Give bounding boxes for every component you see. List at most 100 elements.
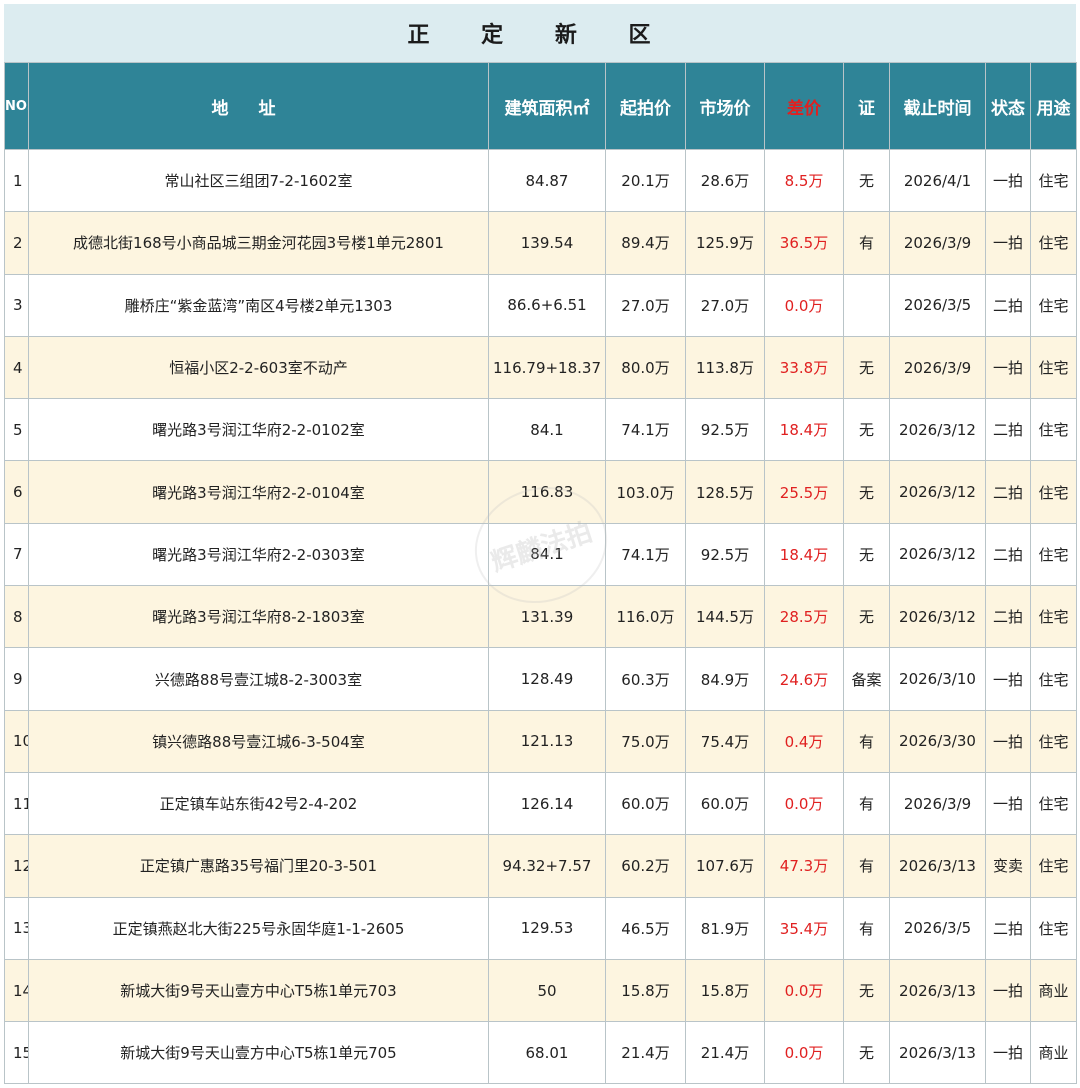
col-header-status: 状态 xyxy=(985,62,1031,150)
cell-area: 116.83 xyxy=(488,460,606,524)
cell-deadline: 2026/3/13 xyxy=(889,958,986,1023)
table-row: 6 曙光路3号润江华府2-2-0104室 116.83 103.0万 128.5万 25.… xyxy=(4,460,1077,524)
cell-deadline: 2026/3/12 xyxy=(889,585,986,649)
cell-area: 84.1 xyxy=(488,398,606,462)
cell-address: 正定镇车站东街42号2-4-202 xyxy=(28,771,489,836)
cell-no: 11 xyxy=(4,771,29,836)
cell-status: 一拍 xyxy=(985,1021,1031,1085)
cell-area: 128.49 xyxy=(488,647,606,711)
cell-start-price: 20.1万 xyxy=(605,148,686,213)
table-row: 14新城大街9号天山壹方中心T5栋1单元7035015.8万15.8万0.0万无… xyxy=(4,958,1077,1023)
cell-status: 二拍 xyxy=(985,273,1031,337)
cell-diff: 8.5万 xyxy=(764,148,844,213)
cell-usage: 住宅 xyxy=(1030,834,1077,898)
cell-address: 曙光路3号润江华府2-2-0102室 xyxy=(28,398,489,462)
cell-area: 84.87 xyxy=(488,148,606,213)
cell-deadline: 2026/3/9 xyxy=(889,771,986,836)
col-header-start-price: 起拍价 xyxy=(605,62,686,150)
cell-no: 3 xyxy=(4,273,29,337)
cell-deadline: 2026/3/30 xyxy=(889,709,986,773)
cell-area: 131.39 xyxy=(488,585,606,649)
cell-start-price: 89.4万 xyxy=(605,211,686,275)
cell-diff: 0.0万 xyxy=(764,1021,844,1085)
cell-status: 变卖 xyxy=(985,834,1031,898)
cell-market-price: 128.5万 xyxy=(685,460,765,524)
table-row: 15新城大街9号天山壹方中心T5栋1单元70568.0121.4万21.4万0.… xyxy=(4,1021,1077,1085)
cell-usage: 住宅 xyxy=(1030,148,1077,213)
cell-deadline: 2026/3/12 xyxy=(889,460,986,524)
cell-deadline: 2026/3/9 xyxy=(889,335,986,400)
cell-market-price: 84.9万 xyxy=(685,647,765,711)
cell-usage: 住宅 xyxy=(1030,398,1077,462)
cell-diff: 33.8万 xyxy=(764,335,844,400)
cell-deadline: 2026/3/12 xyxy=(889,398,986,462)
cell-area: 121.13 xyxy=(488,709,606,773)
cell-market-price: 125.9万 xyxy=(685,211,765,275)
cell-status: 一拍 xyxy=(985,148,1031,213)
cell-status: 一拍 xyxy=(985,211,1031,275)
cell-usage: 住宅 xyxy=(1030,335,1077,400)
cell-status: 一拍 xyxy=(985,647,1031,711)
cell-status: 二拍 xyxy=(985,522,1031,587)
cell-status: 二拍 xyxy=(985,398,1031,462)
cell-diff: 0.0万 xyxy=(764,958,844,1023)
table-row: 4 恒福小区2-2-603室不动产 116.79+18.37 80.0万 113.8万 3… xyxy=(4,335,1077,400)
cell-diff: 0.4万 xyxy=(764,709,844,773)
cell-deadline: 2026/3/5 xyxy=(889,273,986,337)
cell-cert: 有 xyxy=(843,896,890,960)
cell-usage: 住宅 xyxy=(1030,585,1077,649)
cell-start-price: 27.0万 xyxy=(605,273,686,337)
cell-status: 一拍 xyxy=(985,771,1031,836)
col-header-market-price: 市场价 xyxy=(685,62,765,150)
cell-address: 曙光路3号润江华府2-2-0104室 xyxy=(28,460,489,524)
cell-diff: 18.4万 xyxy=(764,522,844,587)
cell-deadline: 2026/3/5 xyxy=(889,896,986,960)
cell-address: 曙光路3号润江华府2-2-0303室 xyxy=(28,522,489,587)
cell-start-price: 80.0万 xyxy=(605,335,686,400)
cell-market-price: 60.0万 xyxy=(685,771,765,836)
cell-cert: 无 xyxy=(843,148,890,213)
header-row: NO. 地址 建筑面积㎡ 起拍价 市场价 差价 证 截止时间 状态 用途 xyxy=(4,62,1077,150)
cell-market-price: 81.9万 xyxy=(685,896,765,960)
cell-diff: 25.5万 xyxy=(764,460,844,524)
col-header-area: 建筑面积㎡ xyxy=(488,62,606,150)
table-row: 7 曙光路3号润江华府2-2-0303室 84.1 74.1万 92.5万 18.4万无 2… xyxy=(4,522,1077,587)
cell-diff: 36.5万 xyxy=(764,211,844,275)
col-header-deadline: 截止时间 xyxy=(889,62,986,150)
cell-cert: 无 xyxy=(843,335,890,400)
cell-no: 15 xyxy=(4,1021,29,1085)
cell-address: 常山社区三组团7-2-1602室 xyxy=(28,148,489,213)
cell-cert: 无 xyxy=(843,398,890,462)
cell-diff: 28.5万 xyxy=(764,585,844,649)
col-header-usage: 用途 xyxy=(1030,62,1077,150)
cell-start-price: 74.1万 xyxy=(605,522,686,587)
cell-start-price: 60.2万 xyxy=(605,834,686,898)
cell-cert: 无 xyxy=(843,1021,890,1085)
cell-address: 兴德路88号壹江城8-2-3003室 xyxy=(28,647,489,711)
table-header: NO. 地址 建筑面积㎡ 起拍价 市场价 差价 证 截止时间 状态 用途 xyxy=(4,62,1077,150)
cell-cert: 有 xyxy=(843,709,890,773)
cell-address: 正定镇广惠路35号福门里20-3-501 xyxy=(28,834,489,898)
cell-deadline: 2026/3/13 xyxy=(889,834,986,898)
cell-address: 曙光路3号润江华府8-2-1803室 xyxy=(28,585,489,649)
cell-market-price: 75.4万 xyxy=(685,709,765,773)
cell-no: 12 xyxy=(4,834,29,898)
cell-no: 14 xyxy=(4,958,29,1023)
col-header-no: NO. xyxy=(4,62,29,150)
cell-deadline: 2026/3/9 xyxy=(889,211,986,275)
cell-area: 94.32+7.57 xyxy=(488,834,606,898)
auction-sheet: 正 定 新 区 NO. 地址 建筑面积㎡ 起拍价 市场价 差价 证 截止时间 xyxy=(0,0,1080,1088)
auction-table: NO. 地址 建筑面积㎡ 起拍价 市场价 差价 证 截止时间 状态 用途 1常山… xyxy=(4,62,1077,1085)
cell-start-price: 103.0万 xyxy=(605,460,686,524)
cell-market-price: 28.6万 xyxy=(685,148,765,213)
cell-start-price: 116.0万 xyxy=(605,585,686,649)
cell-address: 新城大街9号天山壹方中心T5栋1单元703 xyxy=(28,958,489,1023)
table-body: 1 常山社区三组团7-2-1602室 84.87 20.1万 28.6万 8.5万无 202… xyxy=(4,148,1077,1085)
cell-start-price: 46.5万 xyxy=(605,896,686,960)
cell-deadline: 2026/4/1 xyxy=(889,148,986,213)
cell-deadline: 2026/3/10 xyxy=(889,647,986,711)
cell-status: 一拍 xyxy=(985,958,1031,1023)
cell-area: 68.01 xyxy=(488,1021,606,1085)
table-row: 13正定镇燕赵北大街225号永固华庭1-1-2605129.5346.5万81.… xyxy=(4,896,1077,960)
cell-status: 二拍 xyxy=(985,585,1031,649)
